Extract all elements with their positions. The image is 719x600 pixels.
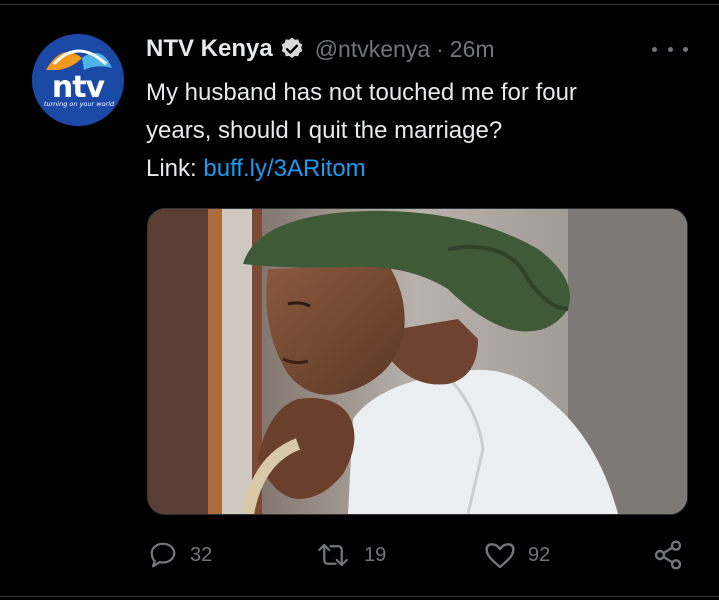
like-button[interactable]: 92 — [484, 537, 550, 573]
reply-button[interactable]: 32 — [148, 537, 212, 573]
reply-count: 32 — [190, 543, 213, 566]
woman-headscarf-photo — [148, 209, 687, 514]
more-dot-icon — [652, 46, 657, 52]
share-button[interactable] — [651, 537, 685, 573]
tweet-text-line: years, should I quit the marriage? — [146, 117, 503, 144]
retweet-button[interactable]: 19 — [314, 537, 386, 573]
top-divider — [0, 4, 719, 5]
more-options-button[interactable] — [652, 38, 688, 60]
share-icon — [654, 540, 682, 570]
retweet-icon — [318, 543, 348, 567]
link-label: Link: — [146, 155, 197, 182]
tweet-link[interactable]: buff.ly/3ARitom — [203, 155, 365, 182]
tweet-media-image[interactable] — [147, 208, 688, 515]
tweet-header: NTV Kenya @ntvkenya · 26m — [146, 34, 495, 64]
author-avatar[interactable]: ntv turning on your world — [32, 34, 124, 126]
header-separator: · — [436, 35, 444, 62]
bottom-divider — [0, 596, 719, 597]
author-handle[interactable]: @ntvkenya — [315, 36, 430, 63]
author-display-name[interactable]: NTV Kenya — [146, 35, 273, 63]
heart-icon — [485, 543, 515, 569]
like-count: 92 — [528, 543, 551, 566]
avatar-tagline: turning on your world — [43, 100, 115, 108]
more-dot-icon — [667, 46, 673, 52]
more-dot-icon — [683, 46, 688, 52]
tweet-body: My husband has not touched me for four y… — [146, 74, 686, 188]
retweet-count: 19 — [364, 543, 387, 566]
verified-badge-icon — [281, 37, 302, 58]
tweet-timestamp[interactable]: 26m — [450, 36, 495, 63]
tweet-link-line: Link: buff.ly/3ARitom — [146, 150, 686, 188]
reply-icon — [150, 542, 176, 568]
tweet-text-line: My husband has not touched me for four — [146, 79, 577, 106]
